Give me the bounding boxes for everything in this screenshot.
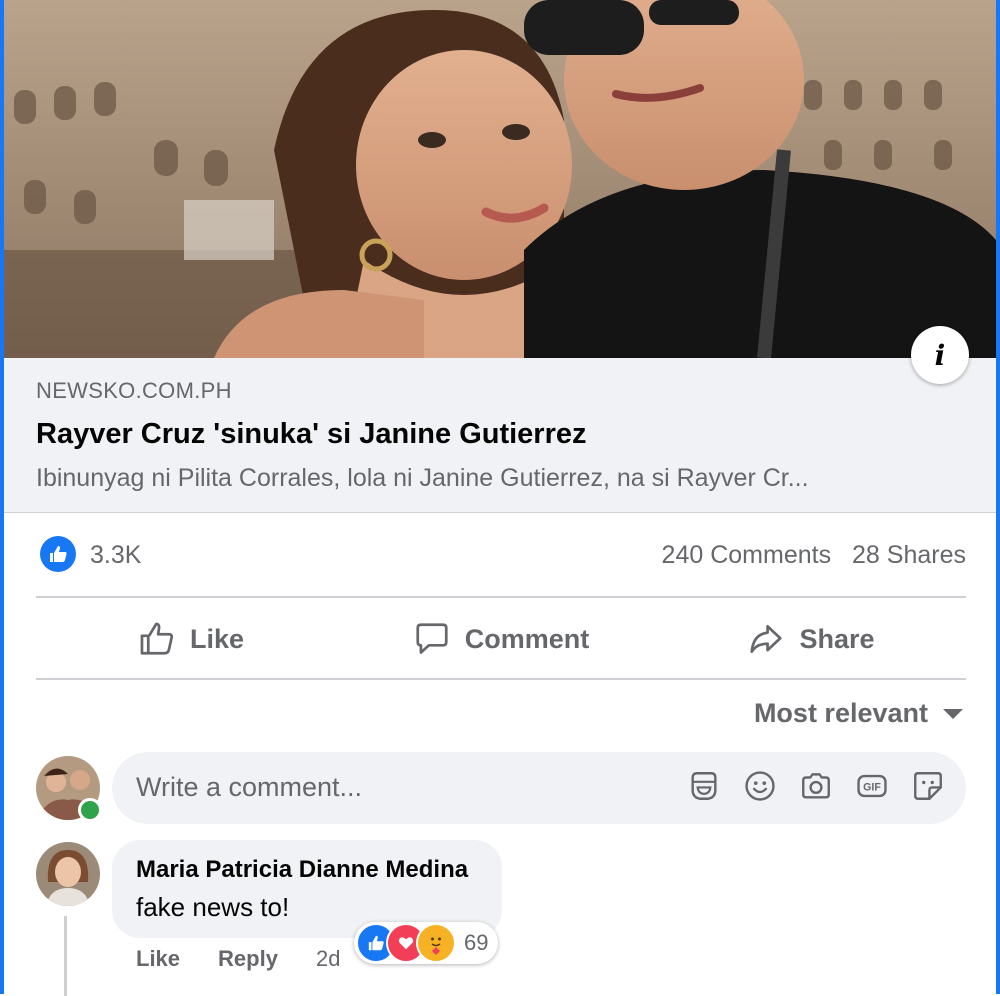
post-actions: Like Comment Share [36, 600, 966, 678]
comment-author[interactable]: Maria Patricia Dianne Medina [136, 856, 468, 884]
info-button[interactable]: i [911, 326, 969, 384]
comment-reply-button[interactable]: Reply [218, 946, 278, 972]
thumbs-up-icon [140, 622, 174, 655]
online-status-dot [78, 798, 102, 822]
commenter-avatar[interactable] [36, 842, 100, 906]
link-preview-meta[interactable]: NEWSKO.COM.PH Rayver Cruz 'sinuka' si Ja… [4, 358, 996, 513]
reaction-count[interactable]: 3.3K [90, 541, 141, 570]
comments-count[interactable]: 240 Comments [662, 541, 832, 569]
shares-count[interactable]: 28 Shares [852, 541, 966, 569]
like-button[interactable]: Like [36, 600, 346, 678]
emoji-icon[interactable] [742, 768, 778, 804]
care-reaction-icon [416, 923, 456, 963]
link-domain: NEWSKO.COM.PH [36, 378, 232, 403]
link-preview-image[interactable] [4, 0, 996, 358]
gif-icon[interactable]: GIF [854, 768, 890, 804]
avatar-sticker-icon[interactable] [686, 768, 722, 804]
sticker-icon[interactable] [910, 768, 946, 804]
share-button[interactable]: Share [656, 600, 966, 678]
comment-composer[interactable]: GIF [112, 752, 966, 824]
link-description: Ibinunyag ni Pilita Corrales, lola ni Ja… [36, 464, 809, 492]
reactions-summary: 3.3K 240 Comments 28 Shares [36, 530, 966, 582]
camera-icon[interactable] [798, 768, 834, 804]
comment-label: Comment [464, 623, 590, 654]
window-border-right [996, 0, 1000, 994]
comment-sort-dropdown[interactable]: Most relevant [754, 698, 964, 729]
preview-photo [4, 0, 996, 358]
caret-down-icon [943, 708, 963, 719]
comment-button[interactable]: Comment [346, 600, 656, 678]
like-reaction-icon[interactable] [40, 536, 76, 572]
comment-actions: Like Reply 2d [136, 946, 340, 972]
info-icon: i [934, 338, 946, 372]
svg-text:GIF: GIF [863, 782, 881, 794]
share-icon [750, 624, 783, 654]
comment-timestamp[interactable]: 2d [316, 946, 340, 972]
comment-text: fake news to! [136, 892, 290, 922]
composer-toolbar: GIF [686, 768, 946, 804]
comment-reaction-count: 69 [464, 930, 489, 955]
engagement-counts: 240 Comments 28 Shares [662, 541, 966, 570]
like-label: Like [189, 623, 245, 654]
comment-icon [416, 623, 448, 654]
share-label: Share [799, 623, 875, 654]
link-title[interactable]: Rayver Cruz 'sinuka' si Janine Gutierrez [36, 418, 587, 451]
divider [36, 596, 966, 598]
reply-thread-line [64, 916, 67, 996]
avatar-image [36, 842, 100, 906]
divider [36, 678, 966, 680]
comment-like-button[interactable]: Like [136, 946, 180, 972]
comment-input[interactable] [136, 772, 656, 803]
sort-label: Most relevant [753, 698, 928, 728]
comment-reactions[interactable]: 69 [354, 922, 499, 964]
